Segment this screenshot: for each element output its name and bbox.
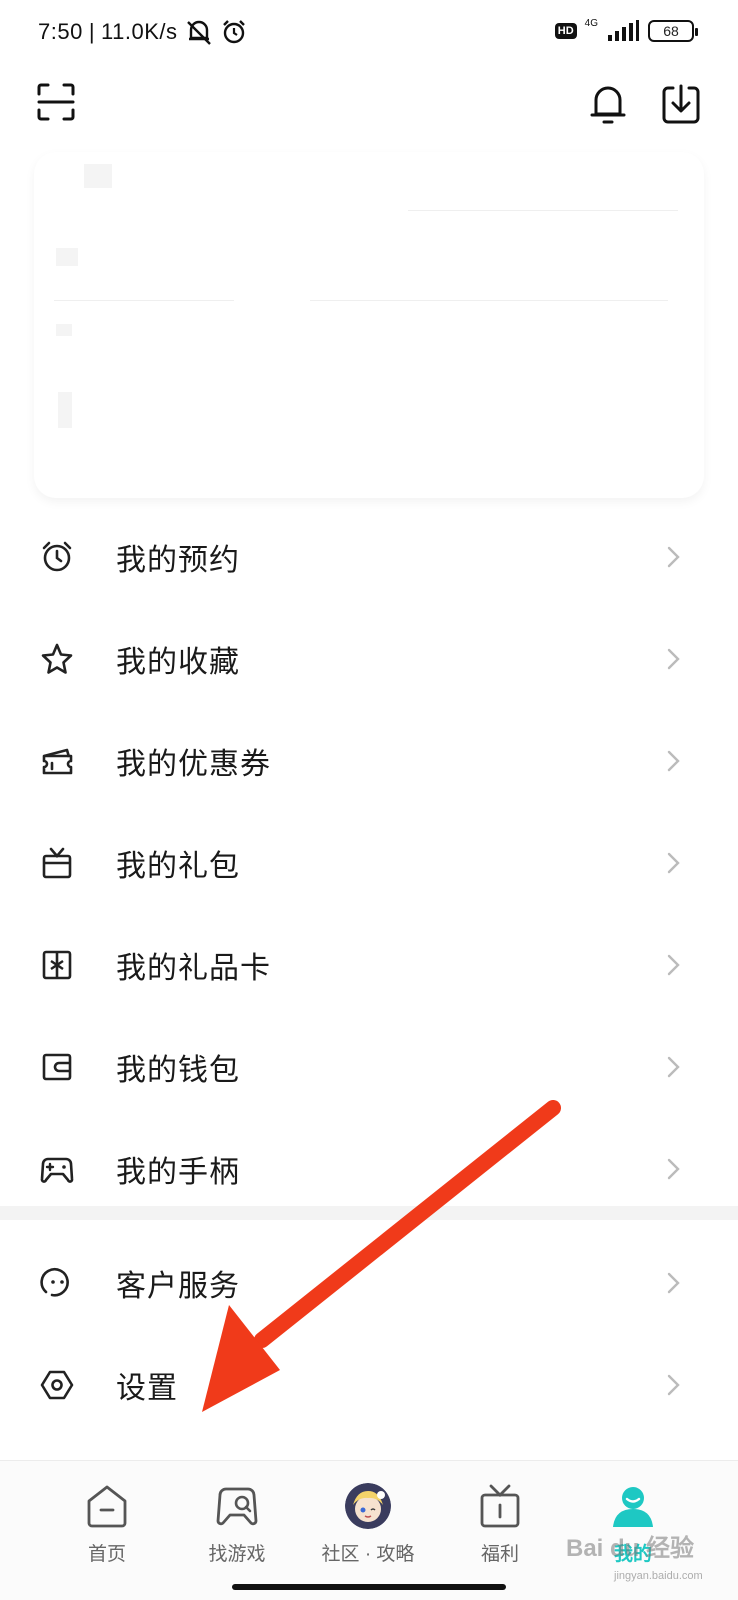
faint-divider <box>310 300 668 301</box>
notification-bell-icon[interactable] <box>588 82 628 126</box>
gift-card-icon <box>42 950 72 980</box>
home-indicator[interactable] <box>232 1584 506 1590</box>
nav-label: 社区 · 攻略 <box>321 1544 415 1565</box>
chevron-right-icon <box>667 1056 680 1078</box>
network-type: 4G <box>584 17 598 29</box>
alarm-status-icon <box>222 20 245 44</box>
chevron-right-icon <box>667 1158 680 1180</box>
menu-item-coupons[interactable]: 我的优惠券 <box>0 710 738 812</box>
profile-icon <box>613 1487 653 1527</box>
menu-item-gift-packs[interactable]: 我的礼包 <box>0 812 738 914</box>
status-right: HD 4G 68 <box>554 17 698 42</box>
section-divider <box>0 1206 738 1220</box>
faint-block <box>58 392 72 428</box>
welfare-gift-icon <box>480 1484 520 1528</box>
menu-label: 我的钱包 <box>116 1054 240 1087</box>
nav-find-game[interactable]: 找游戏 <box>182 1483 292 1573</box>
chevron-right-icon <box>667 954 680 976</box>
faint-divider <box>408 210 678 211</box>
faint-avatar <box>84 164 112 188</box>
faint-block <box>56 248 78 266</box>
download-icon[interactable] <box>660 82 702 126</box>
home-icon <box>87 1485 127 1528</box>
customer-service-icon <box>40 1268 69 1297</box>
hd-badge: HD <box>554 23 577 39</box>
battery-indicator: 68 <box>648 20 698 42</box>
menu-item-settings[interactable]: 设置 <box>0 1334 738 1436</box>
menu-item-favorites[interactable]: 我的收藏 <box>0 608 738 710</box>
status-separator: | <box>88 19 96 44</box>
menu-label: 我的礼包 <box>116 850 240 883</box>
menu-group-service: 客户服务 设置 <box>0 1232 738 1436</box>
signal-icon <box>608 20 639 41</box>
faint-divider <box>54 300 234 301</box>
coupon-icon <box>42 748 73 775</box>
status-left: 7:50 | 11.0K/s <box>38 18 248 46</box>
gift-icon <box>42 847 72 879</box>
faint-block <box>56 324 72 336</box>
menu-label: 我的手柄 <box>116 1156 240 1189</box>
chevron-right-icon <box>667 1272 680 1294</box>
menu-group-main: 我的预约 我的收藏 我的优惠券 我的礼包 我的礼品卡 我的钱包 我的手柄 <box>0 506 738 1220</box>
chevron-right-icon <box>667 648 680 670</box>
chevron-right-icon <box>667 852 680 874</box>
menu-label: 我的优惠券 <box>116 748 271 781</box>
star-icon <box>41 643 73 674</box>
chevron-right-icon <box>667 1374 680 1396</box>
chevron-right-icon <box>667 750 680 772</box>
menu-label: 我的收藏 <box>116 646 240 679</box>
nav-home[interactable]: 首页 <box>52 1483 162 1573</box>
find-game-icon <box>216 1487 258 1526</box>
menu-label: 客户服务 <box>116 1270 240 1303</box>
alarm-clock-icon <box>42 541 72 572</box>
wallet-icon <box>42 1053 72 1081</box>
menu-item-gift-cards[interactable]: 我的礼品卡 <box>0 914 738 1016</box>
settings-hexagon-icon <box>40 1370 74 1400</box>
nav-community[interactable]: 社区 · 攻略 <box>313 1483 423 1573</box>
gamepad-icon <box>40 1157 74 1183</box>
watermark-sub: jingyan.baidu.com <box>614 1570 703 1582</box>
menu-item-gamepad[interactable]: 我的手柄 <box>0 1118 738 1220</box>
nav-welfare[interactable]: 福利 <box>445 1483 555 1573</box>
profile-card[interactable] <box>34 152 704 498</box>
chevron-right-icon <box>667 546 680 568</box>
menu-label: 我的礼品卡 <box>116 952 271 985</box>
scan-icon[interactable] <box>36 82 76 122</box>
menu-item-customer-service[interactable]: 客户服务 <box>0 1232 738 1334</box>
menu-item-reservations[interactable]: 我的预约 <box>0 506 738 608</box>
status-net-speed: 11.0K/s <box>101 19 178 44</box>
watermark: Bai du 经验 <box>566 1535 695 1562</box>
mute-bell-icon <box>186 20 211 45</box>
nav-label: 福利 <box>480 1544 519 1565</box>
top-bar <box>0 76 738 136</box>
community-avatar-icon <box>345 1483 391 1529</box>
nav-label: 首页 <box>87 1544 126 1565</box>
menu-label: 我的预约 <box>116 544 240 577</box>
status-time: 7:50 <box>38 19 83 44</box>
status-bar: 7:50 | 11.0K/s HD 4G 68 <box>0 0 738 64</box>
menu-item-wallet[interactable]: 我的钱包 <box>0 1016 738 1118</box>
nav-label: 找游戏 <box>208 1544 266 1565</box>
menu-label: 设置 <box>116 1372 178 1405</box>
